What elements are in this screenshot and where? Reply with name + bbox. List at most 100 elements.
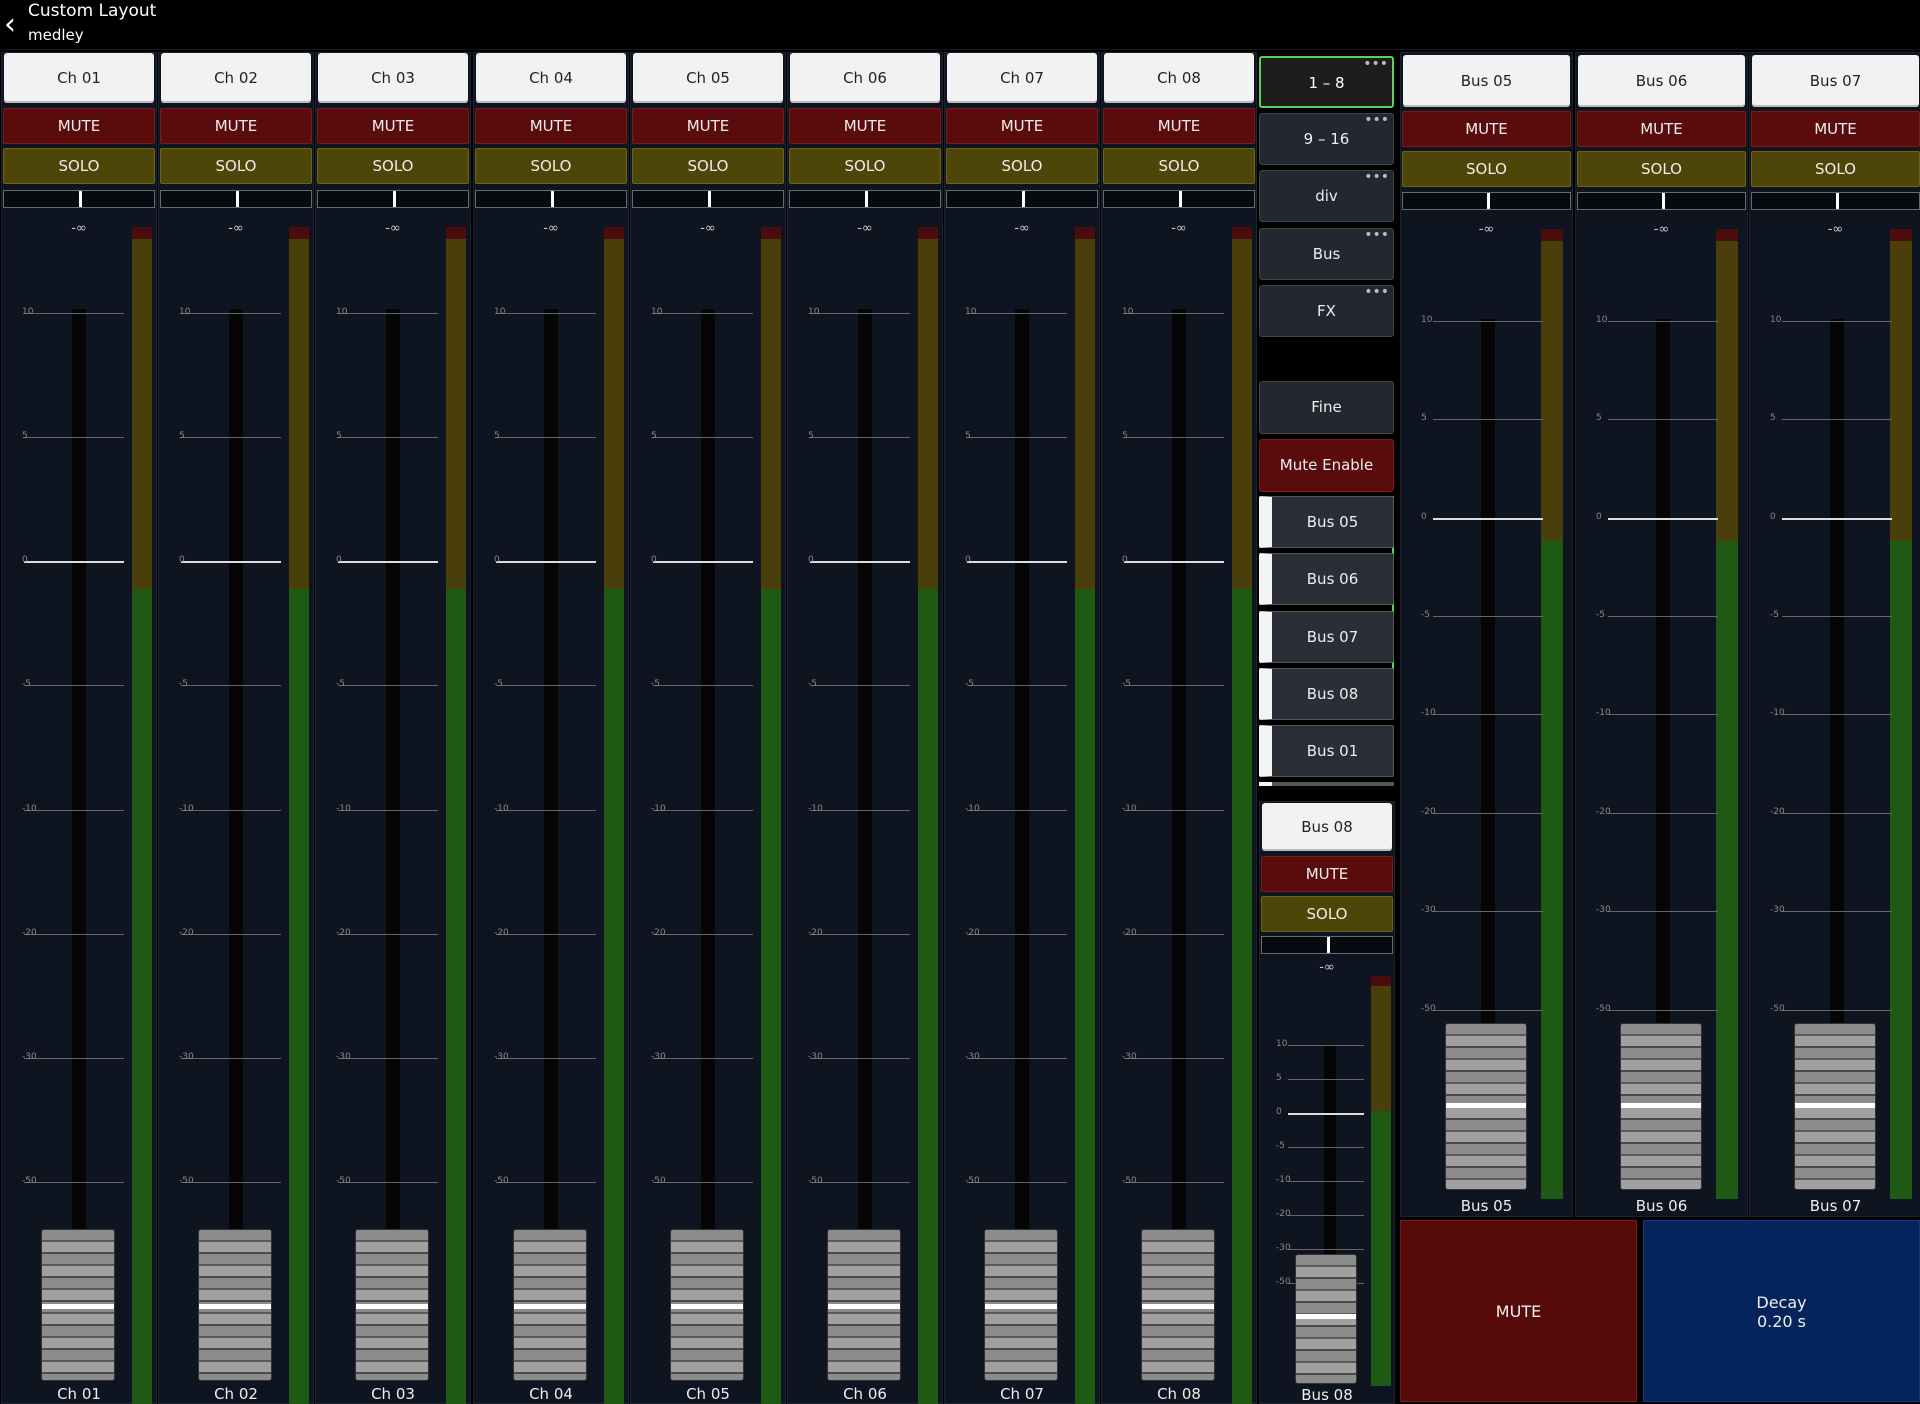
fader-track[interactable]: [544, 309, 558, 1309]
solo-button[interactable]: SOLO: [1402, 151, 1571, 187]
pan-slider[interactable]: [946, 190, 1098, 208]
channel-name-button[interactable]: Ch 04: [476, 53, 626, 103]
solo-button[interactable]: SOLO: [632, 148, 784, 184]
mute-button[interactable]: MUTE: [946, 108, 1098, 144]
scale-label: 10: [1276, 1039, 1288, 1049]
more-options-icon[interactable]: •••: [1363, 57, 1388, 71]
mute-button[interactable]: MUTE: [3, 108, 155, 144]
more-options-icon[interactable]: •••: [1364, 228, 1389, 242]
decay-button[interactable]: Decay 0.20 s: [1643, 1220, 1920, 1402]
scale-tick: [338, 437, 438, 438]
mute-button[interactable]: MUTE: [632, 108, 784, 144]
fader-track[interactable]: [1830, 319, 1844, 1079]
bus-list-item[interactable]: Bus 05: [1259, 496, 1394, 548]
fader-track[interactable]: [1015, 309, 1029, 1309]
mute-button[interactable]: MUTE: [1751, 111, 1920, 147]
fader-track[interactable]: [1172, 309, 1186, 1309]
big-mute-button[interactable]: MUTE: [1400, 1220, 1637, 1402]
pan-slider[interactable]: [1402, 192, 1571, 210]
solo-button[interactable]: SOLO: [160, 148, 312, 184]
pan-slider[interactable]: [317, 190, 469, 208]
fader-track[interactable]: [229, 309, 243, 1309]
mute-button[interactable]: MUTE: [317, 108, 469, 144]
solo-button[interactable]: SOLO: [1261, 896, 1393, 932]
layer-button-1-8[interactable]: 1 – 8 •••: [1259, 56, 1394, 108]
mute-enable-button[interactable]: Mute Enable: [1259, 439, 1394, 492]
channel-name-button[interactable]: Ch 03: [318, 53, 468, 103]
solo-button[interactable]: SOLO: [789, 148, 941, 184]
pan-slider[interactable]: [1103, 190, 1255, 208]
bus-list-item[interactable]: Bus 07: [1259, 611, 1394, 663]
fader-knob[interactable]: [1620, 1023, 1702, 1190]
bus-list-item[interactable]: Bus 08: [1259, 668, 1394, 720]
more-options-icon[interactable]: •••: [1364, 170, 1389, 184]
solo-button[interactable]: SOLO: [946, 148, 1098, 184]
channel-name-button[interactable]: Ch 05: [633, 53, 783, 103]
pan-slider[interactable]: [1577, 192, 1746, 210]
more-options-icon[interactable]: •••: [1364, 285, 1389, 299]
fader-knob[interactable]: [827, 1229, 901, 1381]
scale-tick: [24, 313, 124, 314]
fader-track[interactable]: [858, 309, 872, 1309]
pan-slider[interactable]: [3, 190, 155, 208]
bus-list-item[interactable]: Bus 06: [1259, 553, 1394, 605]
pan-slider[interactable]: [1261, 936, 1393, 954]
pan-indicator: [1662, 193, 1665, 209]
fader-knob[interactable]: [1794, 1023, 1876, 1190]
layer-button-9-16[interactable]: 9 – 16 •••: [1259, 113, 1394, 165]
fader-knob[interactable]: [355, 1229, 429, 1381]
fader-knob[interactable]: [1445, 1023, 1527, 1190]
channel-name-button[interactable]: Ch 06: [790, 53, 940, 103]
channel-name-button[interactable]: Bus 07: [1752, 55, 1919, 107]
solo-button[interactable]: SOLO: [1751, 151, 1920, 187]
meter-warning-zone: [1371, 986, 1391, 1111]
fader-knob[interactable]: [1141, 1229, 1215, 1381]
mute-button[interactable]: MUTE: [789, 108, 941, 144]
pan-slider[interactable]: [1751, 192, 1920, 210]
fader-track[interactable]: [1324, 1046, 1336, 1256]
pan-slider[interactable]: [789, 190, 941, 208]
channel-name-button[interactable]: Bus 06: [1578, 55, 1745, 107]
mute-button[interactable]: MUTE: [475, 108, 627, 144]
channel-name-button[interactable]: Ch 02: [161, 53, 311, 103]
fader-track[interactable]: [72, 309, 86, 1309]
fader-knob[interactable]: [670, 1229, 744, 1381]
solo-button[interactable]: SOLO: [475, 148, 627, 184]
channel-name-button[interactable]: Ch 07: [947, 53, 1097, 103]
channel-name-button[interactable]: Bus 08: [1262, 803, 1392, 851]
bus-list-item[interactable]: Bus 01: [1259, 725, 1394, 777]
fader-track[interactable]: [1481, 319, 1495, 1079]
fader-knob[interactable]: [513, 1229, 587, 1381]
mute-button[interactable]: MUTE: [160, 108, 312, 144]
channel-name-button[interactable]: Ch 08: [1104, 53, 1254, 103]
layer-button-bus[interactable]: Bus •••: [1259, 228, 1394, 280]
pan-slider[interactable]: [160, 190, 312, 208]
scale-tick: [1433, 321, 1543, 322]
mute-button[interactable]: MUTE: [1261, 856, 1393, 892]
mute-button[interactable]: MUTE: [1577, 111, 1746, 147]
fader-track[interactable]: [1656, 319, 1670, 1079]
channel-name-button[interactable]: Ch 01: [4, 53, 154, 103]
fader-knob[interactable]: [41, 1229, 115, 1381]
layer-button-fx[interactable]: FX •••: [1259, 285, 1394, 337]
chevron-left-icon[interactable]: ‹: [4, 10, 26, 40]
fader-track[interactable]: [386, 309, 400, 1309]
pan-slider[interactable]: [632, 190, 784, 208]
fader-knob[interactable]: [198, 1229, 272, 1381]
solo-button[interactable]: SOLO: [3, 148, 155, 184]
page-subtitle: medley: [28, 26, 84, 44]
solo-button[interactable]: SOLO: [317, 148, 469, 184]
fader-knob[interactable]: [984, 1229, 1058, 1381]
solo-button[interactable]: SOLO: [1103, 148, 1255, 184]
solo-button[interactable]: SOLO: [1577, 151, 1746, 187]
layer-button-div[interactable]: div •••: [1259, 170, 1394, 222]
fader-track[interactable]: [701, 309, 715, 1309]
mute-button[interactable]: MUTE: [1103, 108, 1255, 144]
fine-button[interactable]: Fine: [1259, 381, 1394, 434]
scale-label: -30: [1122, 1052, 1137, 1062]
more-options-icon[interactable]: •••: [1364, 113, 1389, 127]
channel-name-button[interactable]: Bus 05: [1403, 55, 1570, 107]
mute-button[interactable]: MUTE: [1402, 111, 1571, 147]
pan-slider[interactable]: [475, 190, 627, 208]
fader-knob[interactable]: [1295, 1254, 1357, 1384]
